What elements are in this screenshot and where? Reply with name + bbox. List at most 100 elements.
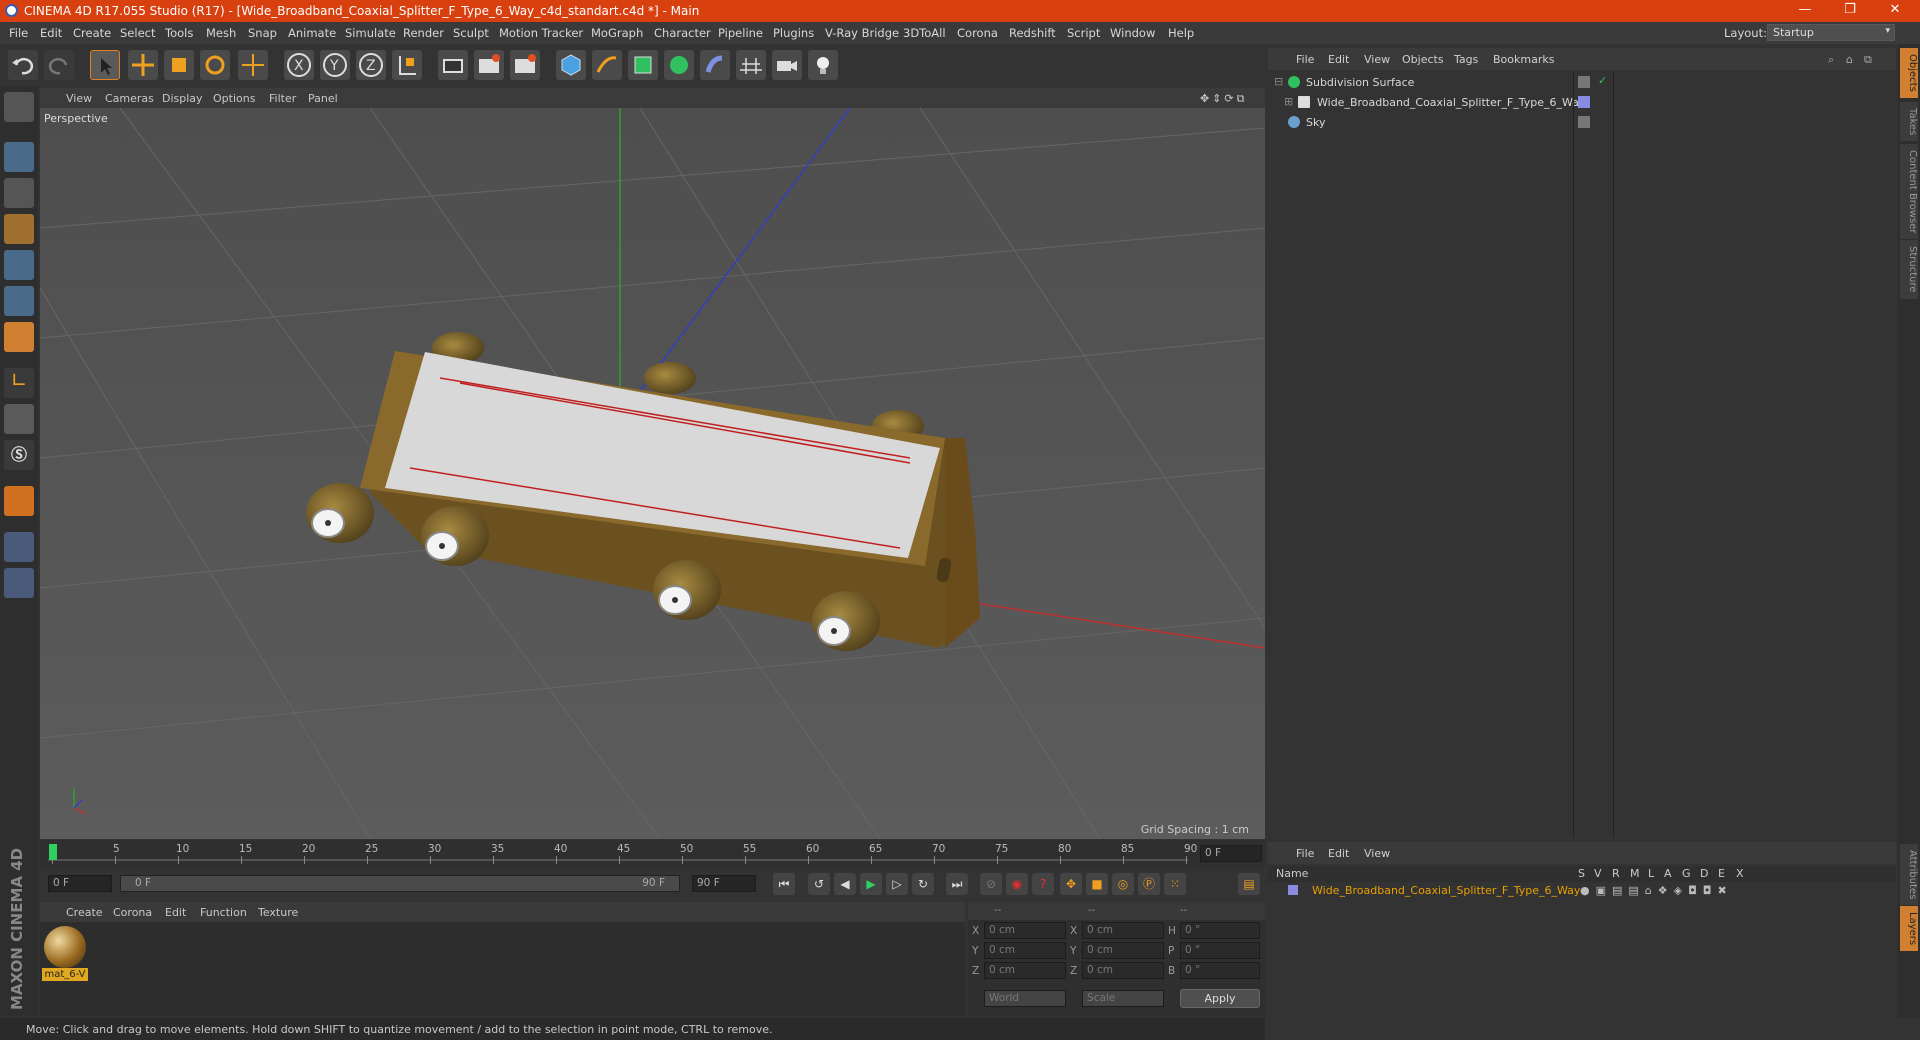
current-frame-field[interactable]: 0 F (1200, 845, 1262, 862)
light-icon[interactable] (808, 50, 838, 80)
menu-select[interactable]: Select (120, 26, 155, 40)
layer-color-swatch[interactable] (1288, 885, 1298, 895)
points-mode-icon[interactable] (4, 250, 34, 280)
layer-row[interactable]: Wide_Broadband_Coaxial_Splitter_F_Type_6… (1268, 882, 1896, 900)
obj-menu-tags[interactable]: Tags (1454, 53, 1478, 66)
menu-vray-bridge[interactable]: V-Ray Bridge (825, 26, 899, 40)
enabled-check-icon[interactable]: ✓ (1598, 74, 1607, 87)
viewport-menu-cameras[interactable]: Cameras (105, 92, 154, 105)
menu-render[interactable]: Render (403, 26, 444, 40)
layout-select[interactable]: Startup (1767, 24, 1895, 41)
axis-mode-icon[interactable]: ∟ (4, 368, 34, 398)
material-menu-corona[interactable]: Corona (113, 906, 152, 919)
start-frame-field[interactable]: 0 F (48, 875, 112, 892)
render-settings-icon[interactable] (510, 50, 540, 80)
make-editable-icon[interactable] (4, 92, 34, 122)
cube-primitive-icon[interactable] (556, 50, 586, 80)
layer-swatch[interactable] (1578, 116, 1590, 128)
menu-edit[interactable]: Edit (40, 26, 62, 40)
viewport-menu-display[interactable]: Display (162, 92, 203, 105)
planar-workplane-icon[interactable] (4, 568, 34, 598)
z-axis-icon[interactable]: Z (356, 50, 386, 80)
timeline-ruler[interactable]: 051015202530354045505560657075808590 0 F (40, 840, 1265, 868)
menu-mesh[interactable]: Mesh (206, 26, 236, 40)
next-frame-icon[interactable]: ▷ (886, 873, 908, 895)
render-view-icon[interactable] (438, 50, 468, 80)
y-axis-icon[interactable]: Y (320, 50, 350, 80)
material-menu-function[interactable]: Function (200, 906, 247, 919)
layer-menu-view[interactable]: View (1364, 847, 1390, 860)
object-row-splitter[interactable]: ⊞ Wide_Broadband_Coaxial_Splitter_F_Type… (1268, 92, 1896, 112)
end-frame-field[interactable]: 90 F (692, 875, 756, 892)
frame-range-slider[interactable]: 0 F 90 F (120, 875, 680, 892)
cloner-icon[interactable] (664, 50, 694, 80)
tab-structure[interactable]: Structure (1900, 240, 1918, 299)
obj-menu-file[interactable]: File (1296, 53, 1314, 66)
object-row-sky[interactable]: Sky (1268, 112, 1896, 132)
viewport-nav-icons[interactable]: ✥⇕⟳⧉ (1200, 92, 1248, 106)
viewport-menu-view[interactable]: View (66, 92, 92, 105)
scale-icon[interactable] (164, 50, 194, 80)
subdivision-surface-icon[interactable] (628, 50, 658, 80)
material-menu-texture[interactable]: Texture (258, 906, 298, 919)
obj-menu-objects[interactable]: Objects (1402, 53, 1444, 66)
autokey-icon[interactable]: ? (1032, 873, 1054, 895)
tab-attributes[interactable]: Attributes (1900, 844, 1918, 906)
coord-position-field[interactable]: 0 cm (984, 942, 1066, 959)
layer-swatch[interactable] (1578, 96, 1590, 108)
menu-mograph[interactable]: MoGraph (591, 26, 643, 40)
menu-character[interactable]: Character (654, 26, 711, 40)
search-icon[interactable]: ⌕ (1828, 53, 1834, 67)
obj-menu-view[interactable]: View (1364, 53, 1390, 66)
menu-window[interactable]: Window (1110, 26, 1155, 40)
floor-icon[interactable] (736, 50, 766, 80)
menu-plugins[interactable]: Plugins (773, 26, 814, 40)
material-menu-create[interactable]: Create (66, 906, 103, 919)
render-picture-viewer-icon[interactable] (474, 50, 504, 80)
material-swatch[interactable]: mat_6-V (42, 926, 88, 982)
menu-pipeline[interactable]: Pipeline (718, 26, 763, 40)
edges-mode-icon[interactable] (4, 286, 34, 316)
viewport-menu-panel[interactable]: Panel (308, 92, 338, 105)
layer-swatch[interactable] (1578, 76, 1590, 88)
move-icon[interactable] (128, 50, 158, 80)
coord-rotation-field[interactable]: 0 ° (1180, 922, 1260, 939)
home-icon[interactable]: ⌂ (1846, 53, 1853, 66)
restore-button[interactable]: ❐ (1830, 2, 1870, 20)
texture-mode-icon[interactable] (4, 178, 34, 208)
menu-tools[interactable]: Tools (165, 26, 193, 40)
key-pla-icon[interactable]: ⁙ (1164, 873, 1186, 895)
previous-key-icon[interactable]: ↺ (808, 873, 830, 895)
play-icon[interactable]: ▶ (860, 873, 882, 895)
apply-button[interactable]: Apply (1180, 989, 1260, 1008)
key-position-icon[interactable]: ✥ (1060, 873, 1082, 895)
perspective-viewport[interactable]: Perspective Grid Spacing : 1 cm (40, 108, 1265, 839)
menu-3dtoall[interactable]: 3DToAll (903, 26, 946, 40)
material-menu-edit[interactable]: Edit (165, 906, 186, 919)
coord-rotation-field[interactable]: 0 ° (1180, 942, 1260, 959)
coord-size-field[interactable]: 0 cm (1082, 922, 1164, 939)
pen-spline-icon[interactable] (592, 50, 622, 80)
coord-rotation-field[interactable]: 0 ° (1180, 962, 1260, 979)
undo-icon[interactable] (8, 50, 38, 80)
playhead-marker[interactable] (49, 844, 57, 860)
tweak-mode-icon[interactable] (4, 404, 34, 434)
menu-simulate[interactable]: Simulate (345, 26, 396, 40)
key-rotation-icon[interactable]: ◎ (1112, 873, 1134, 895)
menu-help[interactable]: Help (1168, 26, 1194, 40)
layer-menu-file[interactable]: File (1296, 847, 1314, 860)
obj-menu-bookmarks[interactable]: Bookmarks (1493, 53, 1554, 66)
rotate-icon[interactable] (200, 50, 230, 80)
tab-content-browser[interactable]: Content Browser (1900, 144, 1918, 240)
layer-menu-edit[interactable]: Edit (1328, 847, 1349, 860)
record-keyframes-icon[interactable]: ◉ (1006, 873, 1028, 895)
coord-size-field[interactable]: 0 cm (1082, 942, 1164, 959)
viewport-menu-options[interactable]: Options (213, 92, 255, 105)
menu-create[interactable]: Create (73, 26, 111, 40)
menu-sculpt[interactable]: Sculpt (453, 26, 489, 40)
timeline-icon[interactable]: ▤ (1238, 873, 1260, 895)
menu-snap[interactable]: Snap (248, 26, 277, 40)
previous-frame-icon[interactable]: ◀ (834, 873, 856, 895)
lock-workplane-icon[interactable] (4, 532, 34, 562)
coord-size-mode-select[interactable]: Scale (1082, 990, 1164, 1007)
